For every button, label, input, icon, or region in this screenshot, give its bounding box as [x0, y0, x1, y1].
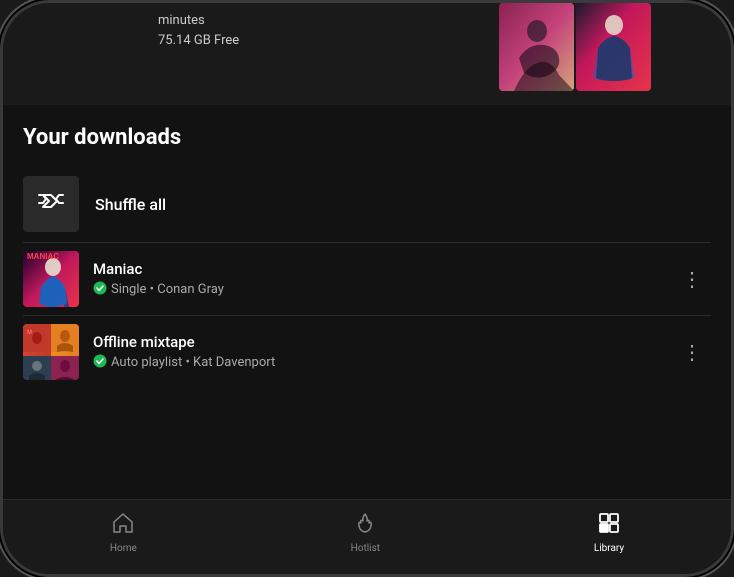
check-circle-svg-maniac [93, 281, 107, 295]
track-more-maniac[interactable]: ⋮ [674, 265, 711, 293]
collage-svg-4 [51, 356, 79, 380]
bottom-nav: Home Hotlist [3, 499, 731, 574]
track-meta-offline-mixtape: Auto playlist • Kat Davenport [93, 354, 660, 372]
nav-item-hotlist[interactable]: Hotlist [331, 508, 400, 558]
home-icon [112, 512, 134, 540]
track-title-offline-mixtape: Offline mixtape [93, 333, 660, 351]
collage-svg-3 [23, 356, 51, 380]
track-info-offline-mixtape: Offline mixtape Auto playlist • Kat Dave… [93, 333, 660, 372]
top-section: minutes 75.14 GB Free [3, 3, 731, 105]
phone-screen: minutes 75.14 GB Free [3, 3, 731, 574]
collage-cell-1: M [23, 324, 51, 356]
collage-svg-2 [51, 324, 79, 352]
maniac-art-svg: MANIAC [23, 251, 79, 307]
downloaded-check-offline [93, 354, 107, 372]
downloaded-check-maniac [93, 281, 107, 299]
track-info-maniac: Maniac Single • Conan Gray [93, 260, 660, 299]
hotlist-svg [354, 512, 376, 534]
shuffle-icon [38, 191, 64, 217]
section-title: Your downloads [3, 105, 731, 166]
album-thumb-1 [499, 3, 574, 91]
collage-cell-2 [51, 324, 79, 356]
shuffle-svg [38, 191, 64, 211]
track-art-maniac: MANIAC [23, 251, 79, 307]
hotlist-icon [354, 512, 376, 540]
collage-cell-3 [23, 356, 51, 380]
nav-label-library: Library [594, 543, 624, 554]
library-svg [598, 512, 620, 534]
track-more-offline-mixtape[interactable]: ⋮ [674, 338, 711, 366]
storage-minutes: minutes [158, 11, 239, 31]
collage-grid: M [23, 324, 79, 380]
album-art-svg-2 [576, 3, 651, 91]
album-thumb-2 [576, 3, 651, 91]
track-subtitle-maniac: Single • Conan Gray [111, 282, 224, 297]
storage-size: 75.14 GB Free [158, 31, 239, 51]
album-thumbnails [499, 3, 651, 91]
nav-label-hotlist: Hotlist [351, 543, 380, 554]
album-art-svg-1 [499, 3, 574, 91]
track-row-offline-mixtape[interactable]: M [3, 316, 731, 388]
svg-text:M: M [27, 330, 32, 336]
shuffle-all-row[interactable]: Shuffle all [3, 166, 731, 242]
track-meta-maniac: Single • Conan Gray [93, 281, 660, 299]
nav-item-library[interactable]: Library [574, 508, 644, 558]
downloads-section: Your downloads Shuffle all [3, 105, 731, 499]
nav-label-home: Home [110, 543, 137, 554]
track-row-maniac[interactable]: MANIAC Maniac Single • Conan Gray [3, 243, 731, 315]
track-title-maniac: Maniac [93, 260, 660, 278]
library-icon [598, 512, 620, 540]
shuffle-label: Shuffle all [95, 195, 166, 214]
svg-text:MANIAC: MANIAC [27, 252, 59, 261]
home-svg [112, 512, 134, 534]
top-section-inner: minutes 75.14 GB Free [3, 3, 731, 93]
track-art-offline-mixtape: M [23, 324, 79, 380]
shuffle-icon-box [23, 176, 79, 232]
collage-svg-1: M [23, 324, 51, 352]
nav-item-home[interactable]: Home [90, 508, 157, 558]
track-subtitle-offline-mixtape: Auto playlist • Kat Davenport [111, 355, 275, 370]
check-circle-svg-offline [93, 354, 107, 368]
collage-cell-4 [51, 356, 79, 380]
phone-frame: minutes 75.14 GB Free [0, 0, 734, 577]
storage-info: minutes 75.14 GB Free [158, 11, 239, 50]
